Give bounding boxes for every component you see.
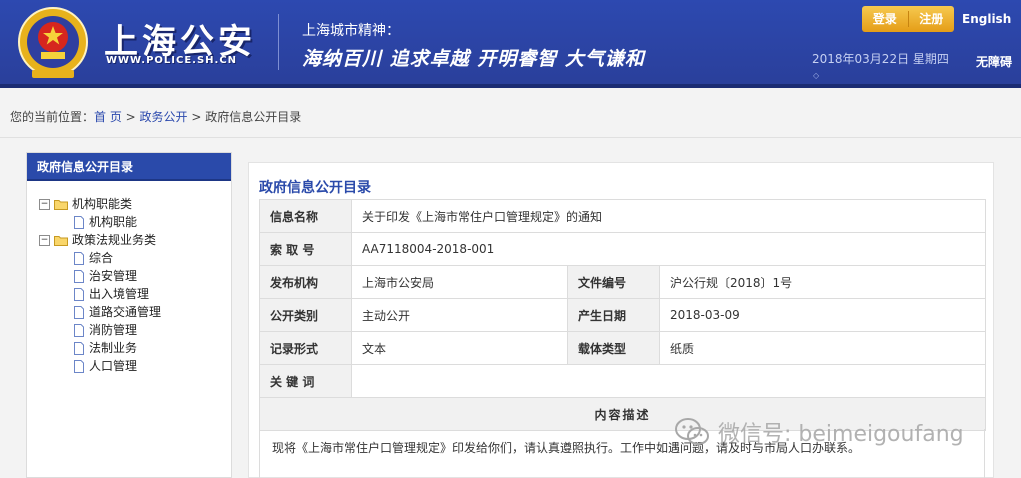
document-icon <box>74 269 84 283</box>
collapse-icon[interactable]: − <box>39 234 50 246</box>
breadcrumb-gov-affairs-link[interactable]: 政务公开 <box>140 110 188 124</box>
tree-item-public-security[interactable]: 治安管理 <box>39 267 231 285</box>
watermark-text: 微信号: beimeigoufang <box>718 422 964 447</box>
breadcrumb-separator: > <box>121 110 140 124</box>
index-label: 索 取 号 <box>259 232 352 266</box>
tree-item-label: 机构职能 <box>89 215 138 229</box>
document-icon <box>74 305 84 319</box>
document-icon <box>74 215 84 229</box>
table-row: 索 取 号 AA7118004-2018-001 <box>259 232 987 266</box>
doc-number-label: 文件编号 <box>567 265 660 299</box>
tree-item-label: 法制业务 <box>89 341 138 355</box>
date-label: 产生日期 <box>567 298 660 332</box>
tree-group-label: 机构职能类 <box>72 197 133 211</box>
city-spirit-slogan: 海纳百川 追求卓越 开明睿智 大气谦和 <box>302 48 645 70</box>
document-icon <box>74 359 84 373</box>
tree-item-general[interactable]: 综合 <box>39 249 231 267</box>
info-table: 信息名称 关于印发《上海市常住户口管理规定》的通知 索 取 号 AA711800… <box>258 199 987 431</box>
chevron-down-icon: ◇ <box>813 71 820 80</box>
category-value: 主动公开 <box>351 298 568 332</box>
breadcrumb-separator: > <box>187 110 206 124</box>
record-form-value: 文本 <box>351 331 568 365</box>
tree-item-traffic[interactable]: 道路交通管理 <box>39 303 231 321</box>
tree-group-org-functions[interactable]: − 机构职能类 <box>39 195 231 213</box>
org-value: 上海市公安局 <box>351 265 568 299</box>
keywords-value <box>350 364 987 398</box>
tree-item-entry-exit[interactable]: 出入境管理 <box>39 285 231 303</box>
keywords-label: 关 键 词 <box>259 364 352 398</box>
auth-buttons: 登录 注册 <box>862 6 954 32</box>
register-button[interactable]: 注册 <box>909 6 955 32</box>
tree-item-fire[interactable]: 消防管理 <box>39 321 231 339</box>
date-value: 2018-03-09 <box>658 298 987 332</box>
city-spirit-label: 上海城市精神： <box>302 23 400 39</box>
header-bottom-stripe <box>0 84 1021 88</box>
tree-item-population[interactable]: 人口管理 <box>39 357 231 375</box>
site-header: 上海公安 WWW.POLICE.SH.CN 上海城市精神： 海纳百川 追求卓越 … <box>0 0 1021 88</box>
police-emblem-icon[interactable] <box>14 6 92 82</box>
carrier-type-value: 纸质 <box>658 331 987 365</box>
breadcrumb-home-link[interactable]: 首 页 <box>94 110 122 124</box>
english-link[interactable]: English <box>962 12 1011 26</box>
collapse-icon[interactable]: − <box>39 198 50 210</box>
record-form-label: 记录形式 <box>259 331 352 365</box>
org-label: 发布机构 <box>259 265 352 299</box>
doc-number-value: 沪公行规〔2018〕1号 <box>658 265 987 299</box>
info-name-label: 信息名称 <box>259 199 352 233</box>
tree-item-label: 道路交通管理 <box>89 305 162 319</box>
tree-item-label: 治安管理 <box>89 269 138 283</box>
document-icon <box>74 287 84 301</box>
accessibility-link[interactable]: 无障碍 <box>976 53 1012 70</box>
tree-item-label: 综合 <box>89 251 114 265</box>
document-icon <box>74 251 84 265</box>
tree-item-org-functions[interactable]: 机构职能 <box>39 213 231 231</box>
panel-title: 政府信息公开目录 <box>259 180 371 196</box>
tree-item-legal[interactable]: 法制业务 <box>39 339 231 357</box>
tree-item-label: 消防管理 <box>89 323 138 337</box>
breadcrumb: 您的当前位置：首 页 > 政务公开 > 政府信息公开目录 <box>10 108 301 125</box>
header-divider <box>278 14 279 70</box>
table-row: 信息名称 关于印发《上海市常住户口管理规定》的通知 <box>259 199 987 233</box>
tree-group-policy[interactable]: − 政策法规业务类 <box>39 231 231 249</box>
table-row: 发布机构 上海市公安局 文件编号 沪公行规〔2018〕1号 <box>259 265 987 299</box>
table-row: 公开类别 主动公开 产生日期 2018-03-09 <box>259 298 987 332</box>
site-logo-url: WWW.POLICE.SH.CN <box>106 55 238 66</box>
breadcrumb-prefix: 您的当前位置： <box>10 110 95 124</box>
folder-icon <box>54 235 68 246</box>
tree-item-label: 人口管理 <box>89 359 138 373</box>
carrier-type-label: 载体类型 <box>567 331 660 365</box>
table-row: 关 键 词 <box>259 364 987 398</box>
login-button[interactable]: 登录 <box>862 6 908 32</box>
wechat-watermark: 微信号: beimeigoufang <box>674 414 964 450</box>
sidebar: 政府信息公开目录 − 机构职能类 机构职能 − 政策法规业务类 综合 治安管理 … <box>26 152 232 478</box>
sidebar-title: 政府信息公开目录 <box>27 153 231 181</box>
tree-group-label: 政策法规业务类 <box>72 233 157 247</box>
document-icon <box>74 323 84 337</box>
current-date: 2018年03月22日 星期四 <box>812 52 949 66</box>
breadcrumb-divider <box>0 137 1021 138</box>
index-value: AA7118004-2018-001 <box>350 232 987 266</box>
tree-item-label: 出入境管理 <box>89 287 150 301</box>
info-name-value: 关于印发《上海市常住户口管理规定》的通知 <box>350 199 987 233</box>
category-label: 公开类别 <box>259 298 352 332</box>
category-tree: − 机构职能类 机构职能 − 政策法规业务类 综合 治安管理 出入境管理 道路交… <box>27 181 231 375</box>
folder-icon <box>54 199 68 210</box>
breadcrumb-current: 政府信息公开目录 <box>205 110 302 124</box>
table-row: 记录形式 文本 载体类型 纸质 <box>259 331 987 365</box>
wechat-icon <box>675 418 709 445</box>
document-icon <box>74 341 84 355</box>
